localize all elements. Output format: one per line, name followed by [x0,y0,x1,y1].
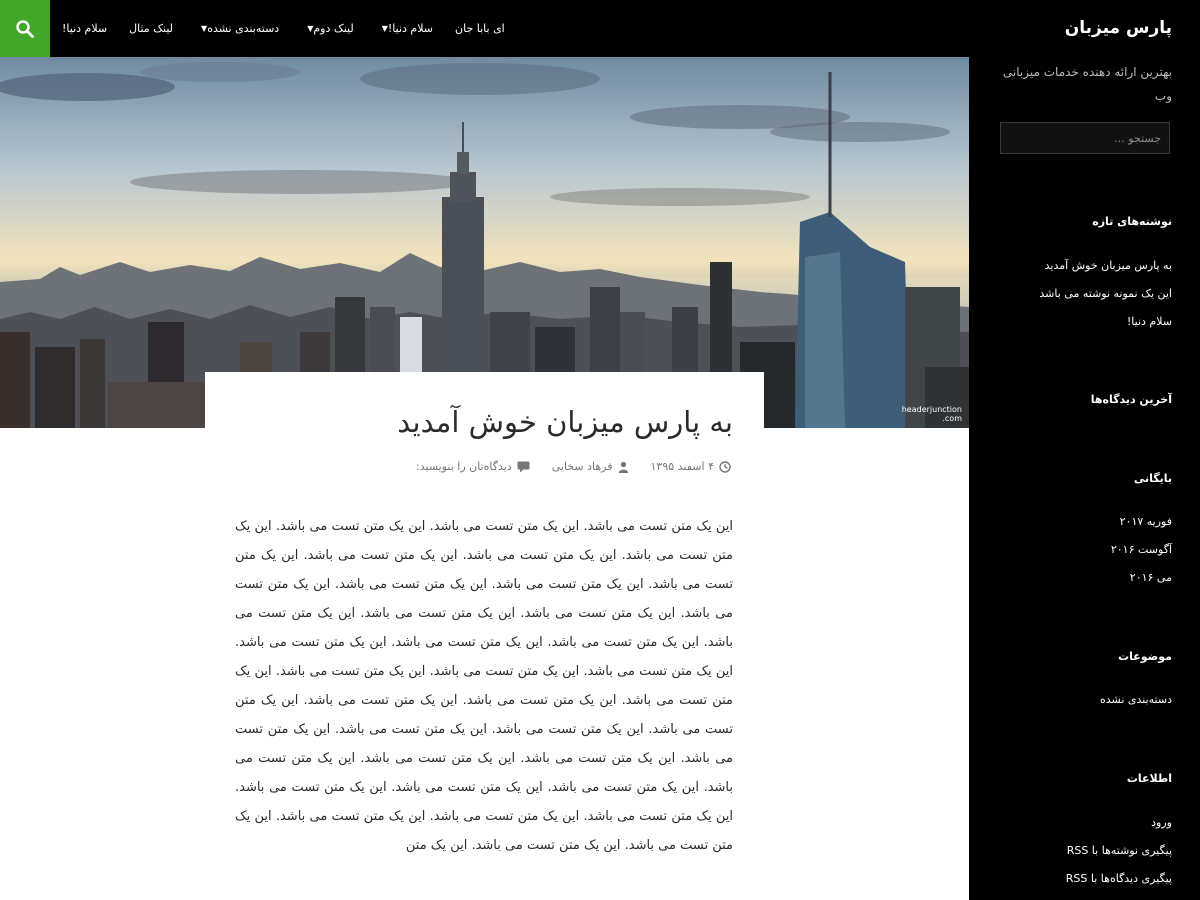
sidebar: پارس میزبان بهترین ارائه دهنده خدمات میز… [969,0,1200,900]
meta-title: اطلاعات [1126,772,1172,785]
nav-item-label: سلام دنیا! [387,22,434,35]
nav-item-label: سلام دنیا! [62,22,108,35]
caret-down-icon: ▼ [201,24,208,33]
recent-post-link[interactable]: سلام دنیا! [1127,315,1172,328]
recent-comments-title: آخرین دیدگاه‌ها [1090,393,1172,406]
clock-icon [719,460,731,473]
watermark-text-suffix: .com [942,414,962,423]
post-title[interactable]: به پارس میزبان خوش آمدید [397,405,733,439]
search-icon [16,19,34,38]
top-bar: سلام دنیا! لینک مثال دسته‌بندی نشده ▼ لی… [0,0,969,57]
comment-icon [517,461,530,472]
user-icon [618,461,628,473]
rss-posts-link[interactable]: پیگیری نوشته‌ها با RSS [1067,844,1172,857]
archives-title: بایگانی [1133,472,1172,485]
nav-item-label: ای بابا جان [455,22,505,35]
recent-posts-title: نوشته‌های تازه [1092,215,1172,228]
post-comments: دیدگاه‌تان را بنویسید: [416,460,512,473]
post-author: فرهاد سخایی [551,460,613,473]
recent-post-link[interactable]: این یک نمونه نوشته می باشد [1039,287,1172,300]
nav-item-label: دسته‌بندی نشده [207,22,280,35]
search-input[interactable] [1000,122,1170,154]
post-body: این یک متن تست می باشد. این یک متن تست م… [235,519,733,853]
archive-link[interactable]: آگوست ۲۰۱۶ [1111,543,1172,556]
nav-item-ey-baba-jan[interactable]: ای بابا جان [455,22,505,35]
search-toggle-button[interactable] [0,0,50,57]
nav-item-label: لینک مثال [129,22,174,35]
primary-nav: سلام دنیا! لینک مثال دسته‌بندی نشده ▼ لی… [62,0,527,57]
nav-item-label: لینک دوم [313,22,354,35]
nav-item-hello-world[interactable]: سلام دنیا! [62,22,107,35]
nav-item-hello-world-2[interactable]: سلام دنیا! ▼ [376,22,433,35]
post-meta: ۴ اسفند ۱۳۹۵ فرهاد سخایی دیدگاه‌تان را ب… [394,460,731,473]
recent-post-link[interactable]: به پارس میزبان خوش آمدید [1045,259,1172,272]
archive-link[interactable]: فوریه ۲۰۱۷ [1120,515,1172,528]
caret-down-icon: ▼ [307,24,314,33]
watermark-text: headerjunction [902,405,962,414]
site-title[interactable]: پارس میزبان [1065,18,1172,38]
nav-item-second-link[interactable]: لینک دوم ▼ [301,22,354,35]
post-date: ۴ اسفند ۱۳۹۵ [650,460,715,473]
rss-comments-link[interactable]: پیگیری دیدگاه‌ها با RSS [1066,872,1172,885]
site-description: بهترین ارائه دهنده خدمات میزبانی وب [1002,65,1172,103]
login-link[interactable]: ورود [1151,816,1172,829]
post-date-link[interactable]: ۴ اسفند ۱۳۹۵ [651,460,732,473]
post-content: به پارس میزبان خوش آمدید ۴ اسفند ۱۳۹۵ فر… [205,372,764,900]
post-comments-link[interactable]: دیدگاه‌تان را بنویسید: [416,460,530,473]
category-link[interactable]: دسته‌بندی نشده [1100,693,1172,706]
nav-item-uncategorized[interactable]: دسته‌بندی نشده ▼ [195,22,279,35]
post-author-link[interactable]: فرهاد سخایی [552,460,629,473]
caret-down-icon: ▼ [381,24,388,33]
categories-title: موضوعات [1118,650,1172,663]
archive-link[interactable]: می ۲۰۱۶ [1130,571,1172,584]
nav-item-example-link[interactable]: لینک مثال [129,22,173,35]
